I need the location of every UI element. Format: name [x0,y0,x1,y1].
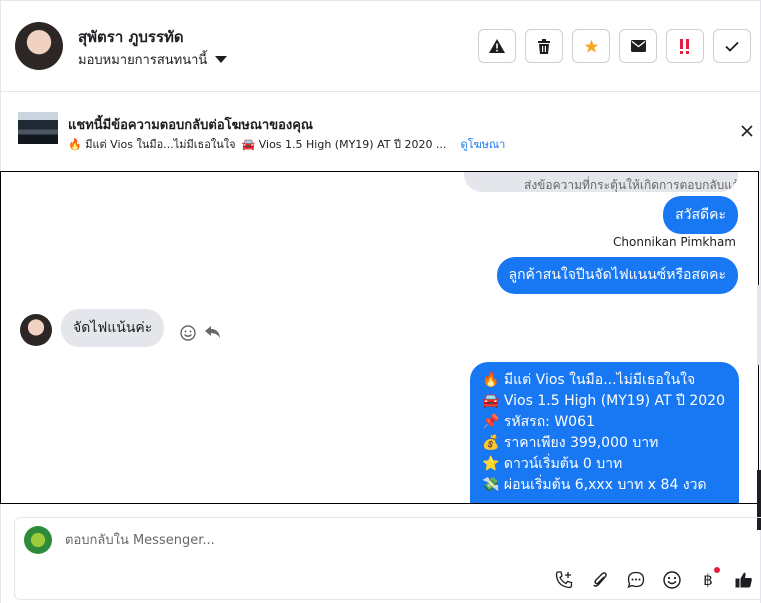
header-actions [478,29,751,63]
baht-icon: ฿ [703,571,713,589]
page-logo [24,526,52,554]
delete-button[interactable] [525,29,563,63]
reply-arrow-icon [205,326,220,338]
ad-thumbnail[interactable] [18,112,58,144]
smiley-icon [180,325,196,341]
trash-icon [538,38,550,54]
spam-icon [680,38,689,54]
view-ad-link[interactable]: ดูโฆษณา [460,135,505,153]
notification-dot [714,567,720,573]
ad-message-line: ⭐ ดาวน์เริ่มต้น 0 บาท [482,456,623,472]
assign-conversation-dropdown[interactable]: มอบหมายการสนทนานี้ [78,49,228,70]
emoji-button[interactable] [660,568,684,592]
phone-plus-icon [555,571,573,589]
chat-bubble-icon [627,571,645,589]
emoji-icon [663,571,681,589]
assign-label: มอบหมายการสนทนานี้ [78,53,208,68]
ad-message-line: 💸 ผ่อนเริ่มต้น 6,xxx บาท x 84 งวด [482,477,707,493]
contact-avatar-small[interactable] [20,314,52,346]
conversation-header: สุพัตรา ภูบรรทัด มอบหมายการสนทนานี้ [0,0,761,92]
side-panel-edge[interactable] [757,285,761,365]
close-icon [741,125,753,137]
reply-input[interactable] [63,532,467,549]
system-message-bubble: ส่งข้อความที่กระตุ้นให้เกิดการตอบกลับแล้… [464,172,738,192]
composer-toolbar: ฿ [552,567,756,592]
ad-banner-title: แชทนี้มีข้อความตอบกลับต่อโฆษณาของคุณ [68,118,313,133]
report-button[interactable] [478,29,516,63]
ad-snippet-1: 🔥 มีแต่ Vios ในมือ...ไม่มีเธอในใจ [68,138,236,151]
ad-reply-banner: แชทนี้มีข้อความตอบกลับต่อโฆษณาของคุณ 🔥 ม… [0,92,761,158]
reply-composer: ฿ [14,517,761,600]
thumbs-up-button[interactable] [732,568,756,592]
ad-message-line: 🔥 มีแต่ Vios ในมือ...ไม่มีเธอในใจ [482,372,696,388]
spam-button[interactable] [666,29,704,63]
warning-icon [489,39,505,53]
star-button[interactable] [572,29,610,63]
done-button[interactable] [713,29,751,63]
thumbs-up-icon [735,572,752,588]
mark-unread-button[interactable] [619,29,657,63]
sender-name: Chonnikan Pimkham [613,235,736,249]
outgoing-message[interactable]: สวัสดีคะ [663,196,738,234]
ad-message-line: 💰 ราคาเพียง 399,000 บาท [482,435,659,451]
reply-button[interactable] [205,325,221,343]
close-banner-button[interactable] [741,122,753,141]
caret-down-icon [215,56,228,63]
saved-replies-button[interactable] [624,568,648,592]
ad-message-line: 📌 รหัสรถ: W061 [482,414,595,430]
ad-content-message[interactable]: 🔥 มีแต่ Vios ในมือ...ไม่มีเธอในใจ 🚘 Vios… [470,362,739,503]
ad-message-line: 🚘 Vios 1.5 High (MY19) AT ปี 2020 [482,393,725,409]
call-button[interactable] [552,568,576,592]
react-button[interactable] [180,325,196,345]
attach-button[interactable] [588,568,612,592]
ad-banner-snippet: 🔥 มีแต่ Vios ในมือ...ไม่มีเธอในใจ 🚘 Vios… [68,135,505,153]
ad-snippet-2: 🚘 Vios 1.5 High (MY19) AT ปี 2020 ... [241,138,447,151]
contact-name[interactable]: สุพัตรา ภูบรรทัด [78,25,184,49]
outgoing-message[interactable]: ลูกค้าสนใจปีนจัดไฟแนนซ์หรือสดคะ [496,257,738,294]
message-thread[interactable]: ส่งข้อความที่กระตุ้นให้เกิดการตอบกลับแล้… [0,171,759,504]
checkmark-icon [725,41,739,52]
envelope-icon [630,40,646,52]
contact-avatar[interactable] [15,22,63,70]
payment-button[interactable]: ฿ [696,567,720,592]
incoming-message[interactable]: จัดไฟแน้นค่ะ [61,309,165,347]
star-icon [584,39,598,53]
paperclip-icon [593,572,607,587]
